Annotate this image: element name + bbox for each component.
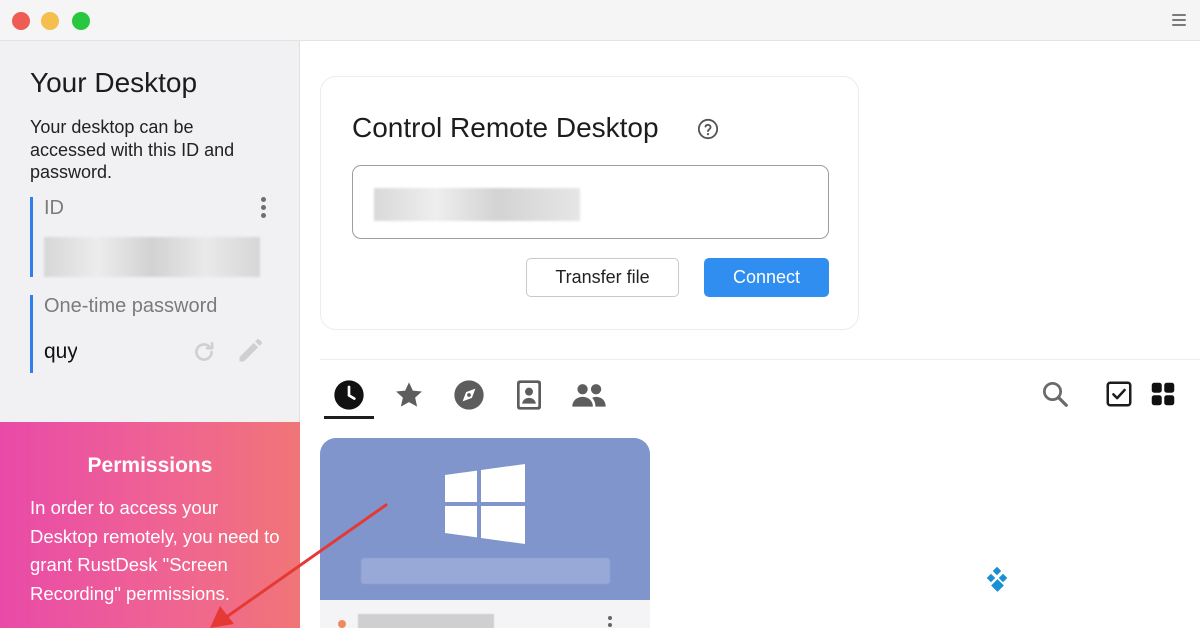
tab-address-book[interactable]	[509, 375, 549, 415]
minimize-window-button[interactable]	[41, 12, 59, 30]
main-panel: Control Remote Desktop Transfer file Con…	[301, 41, 1200, 628]
remote-id-redacted	[374, 188, 580, 221]
more-vertical-icon[interactable]	[261, 197, 267, 219]
peer-alias-redacted	[361, 558, 610, 584]
control-remote-card: Control Remote Desktop Transfer file Con…	[320, 76, 859, 330]
your-desktop-title: Your Desktop	[30, 67, 198, 98]
star-icon	[396, 382, 422, 407]
password-redaction	[77, 335, 177, 369]
peer-card[interactable]	[320, 438, 650, 628]
permissions-panel: Permissions In order to access your Desk…	[0, 422, 300, 628]
peer-id-redacted	[358, 614, 494, 628]
help-circle-icon[interactable]	[697, 118, 719, 140]
hamburger-menu-icon[interactable]	[1172, 14, 1186, 26]
remote-id-input[interactable]	[352, 165, 829, 239]
tab-recent[interactable]	[329, 375, 369, 415]
tab-selected-indicator	[324, 416, 374, 419]
password-value: quy	[44, 340, 78, 363]
window-titlebar	[0, 0, 1200, 41]
zoom-window-button[interactable]	[72, 12, 90, 30]
peer-card-preview	[320, 438, 650, 600]
search-icon[interactable]	[1040, 379, 1070, 409]
id-value-redacted	[44, 237, 260, 277]
section-divider	[320, 359, 1200, 360]
password-label: One-time password	[44, 295, 218, 317]
clock-icon	[334, 380, 364, 410]
tab-discovered[interactable]	[449, 375, 489, 415]
peer-more-vertical-icon[interactable]	[608, 616, 612, 628]
windows-logo-icon	[445, 464, 525, 544]
watermark-logo-icon	[986, 566, 1008, 592]
grid-view-icon[interactable]	[1148, 379, 1178, 409]
tab-favorites[interactable]	[389, 375, 429, 415]
control-remote-title: Control Remote Desktop	[352, 112, 659, 143]
close-window-button[interactable]	[12, 12, 30, 30]
sidebar: Your Desktop Your desktop can be accesse…	[0, 41, 300, 628]
transfer-file-button[interactable]: Transfer file	[526, 258, 679, 297]
compass-icon	[454, 380, 484, 410]
refresh-icon[interactable]	[191, 339, 217, 365]
checkbox-select-icon[interactable]	[1104, 379, 1134, 409]
permissions-title: Permissions	[87, 454, 213, 477]
peer-status-dot	[338, 620, 346, 628]
contact-book-icon	[517, 380, 541, 410]
permissions-text: In order to access your Desktop remotely…	[30, 497, 280, 604]
your-desktop-description: Your desktop can be accessed with this I…	[30, 117, 235, 182]
password-field: One-time password quy	[30, 295, 270, 373]
tab-group[interactable]	[569, 375, 609, 415]
people-icon	[572, 384, 606, 407]
id-field: ID	[30, 197, 270, 277]
edit-pencil-icon[interactable]	[236, 337, 264, 365]
id-label: ID	[44, 197, 64, 219]
connect-button[interactable]: Connect	[704, 258, 829, 297]
